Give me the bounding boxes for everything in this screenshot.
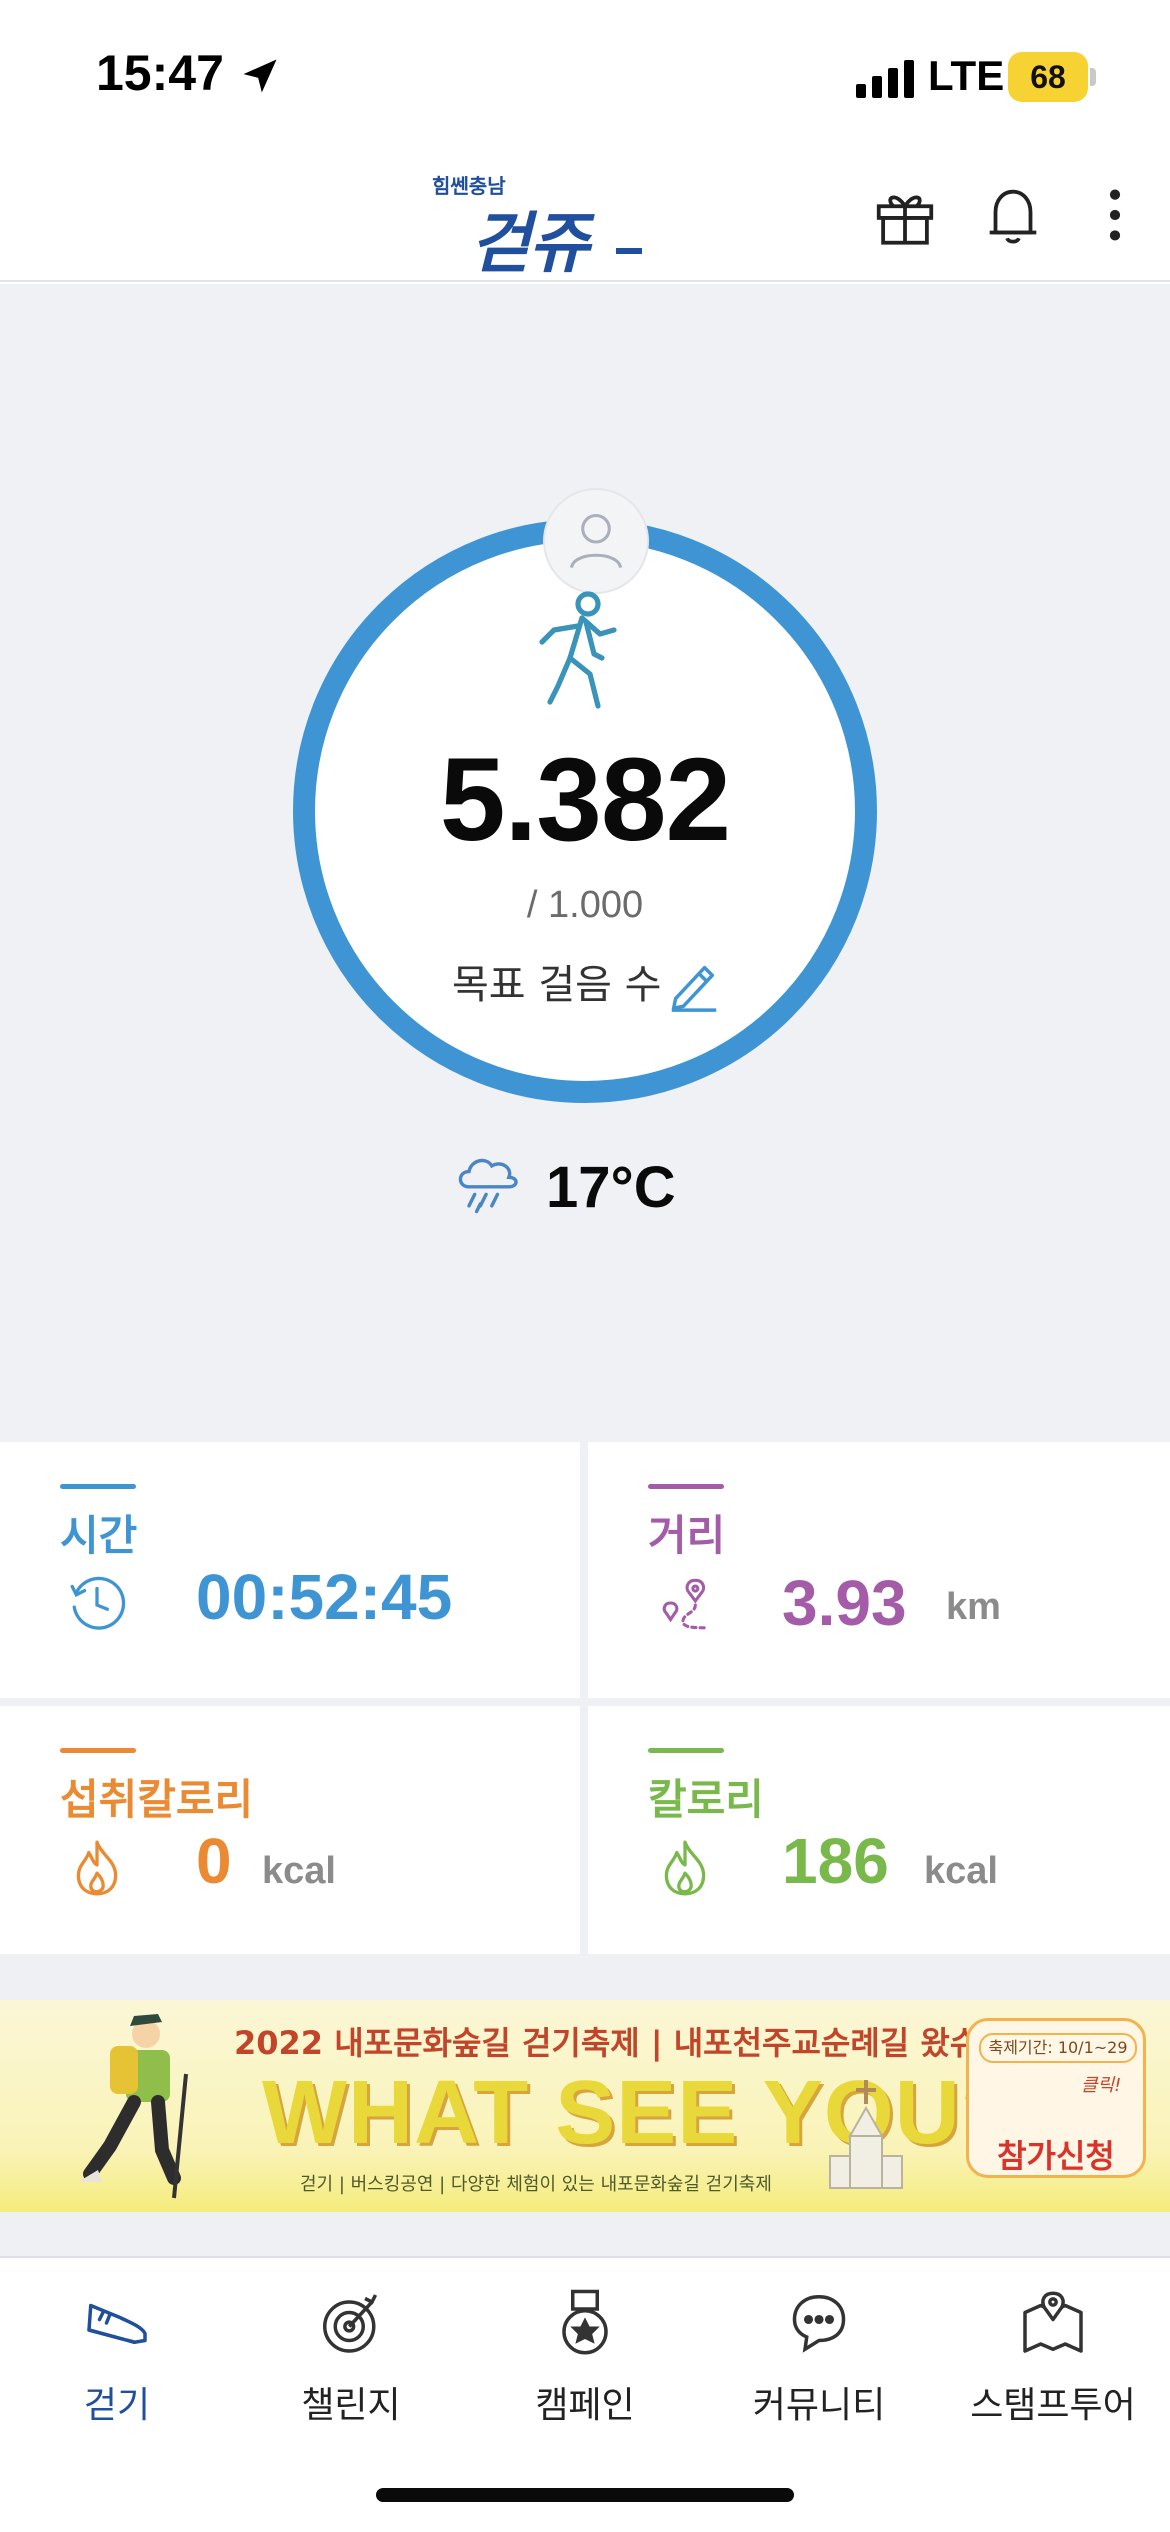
stat-card-distance[interactable]: 거리 3.93 km (588, 1442, 1170, 1698)
temperature: 17°C (546, 1155, 676, 1220)
pencil-edit-icon[interactable] (664, 956, 722, 1014)
stat-card-calories[interactable]: 칼로리 186 kcal (588, 1706, 1170, 1954)
stat-intake-value: 0 (196, 1825, 232, 1897)
user-icon (570, 513, 622, 569)
banner-period: 축제기간: 10/1~29 (979, 2033, 1137, 2063)
stat-intake-label: 섭취칼로리 (60, 1775, 254, 1824)
app-logo[interactable]: 힘쎈충남 걷쥬 (430, 170, 660, 282)
target-icon (323, 2294, 378, 2353)
flame-icon (76, 1840, 118, 1896)
logo-main-text: 걷쥬 (470, 205, 589, 282)
rain-cloud-icon (458, 1158, 518, 1214)
stat-time-value: 00:52:45 (196, 1561, 453, 1633)
tab-label: 걷기 (83, 2385, 151, 2426)
stat-distance-value: 3.93 (782, 1567, 907, 1639)
step-goal-value: / 1.000 (526, 884, 644, 926)
home-indicator[interactable] (376, 2488, 794, 2502)
step-goal-label: 목표 걸음 수 (452, 962, 662, 1008)
battery-tip (1090, 68, 1096, 86)
location-arrow-icon (243, 59, 277, 93)
battery-indicator: 68 (1008, 52, 1088, 102)
stat-calories-unit: kcal (924, 1850, 998, 1892)
tab-label: 스탬프투어 (970, 2385, 1136, 2426)
clock-icon (70, 1576, 126, 1630)
stat-time-label: 시간 (60, 1511, 138, 1560)
tab-label: 커뮤니티 (752, 2385, 886, 2426)
promo-banner[interactable]: 2022 내포문화숲길 걷기축제 | 내포천주교순례길 왔슈? WHAT SEE… (0, 2000, 1170, 2212)
route-icon (662, 1578, 710, 1630)
church-illustration (829, 2080, 903, 2189)
walking-person-icon (539, 591, 617, 709)
walk-dashboard: 5.382 / 1.000 목표 걸음 수 17°C (0, 284, 1170, 1442)
tab-label: 캠페인 (535, 2385, 635, 2426)
stat-intake-unit: kcal (262, 1850, 336, 1892)
tab-challenge[interactable]: 챌린지 (234, 2278, 468, 2458)
avatar[interactable] (543, 488, 649, 594)
chat-bubbles-icon (792, 2294, 846, 2353)
stat-accent-bar (60, 1748, 136, 1753)
stat-accent-bar (648, 1748, 724, 1753)
banner-cta-box[interactable]: 축제기간: 10/1~29 클릭! 참가신청 (966, 2018, 1146, 2178)
tab-community[interactable]: 커뮤니티 (702, 2278, 936, 2458)
promo-section: 2022 내포문화숲길 걷기축제 | 내포천주교순례길 왔슈? WHAT SEE… (0, 1954, 1170, 2256)
stat-calories-label: 칼로리 (648, 1775, 764, 1824)
tab-campaign[interactable]: 캠페인 (468, 2278, 702, 2458)
hiker-illustration (78, 2014, 188, 2199)
app-header: 힘쎈충남 걷쥬 (0, 140, 1170, 282)
stat-distance-unit: km (946, 1586, 1001, 1628)
banner-title: 2022 내포문화숲길 걷기축제 | 내포천주교순례길 왔슈? (234, 2024, 998, 2062)
network-label: LTE (928, 52, 1005, 99)
tab-label: 챌린지 (301, 2385, 401, 2426)
tab-walk[interactable]: 걷기 (0, 2278, 234, 2458)
banner-click-text: 클릭! (1081, 2075, 1122, 2096)
medal-icon (562, 2289, 608, 2355)
stat-calories-value: 186 (782, 1825, 889, 1897)
stat-card-time[interactable]: 시간 00:52:45 (0, 1442, 580, 1698)
map-pin-icon (1023, 2291, 1083, 2353)
shoe-icon (87, 2303, 147, 2344)
stat-accent-bar (648, 1484, 724, 1489)
bell-icon[interactable] (978, 180, 1048, 250)
logo-dash (616, 248, 642, 254)
stats-grid: 시간 00:52:45 거리 3.93 km 섭취칼로리 0 kcal 칼로리 (0, 1442, 1170, 1954)
step-count: 5.382 (439, 734, 731, 866)
stat-card-intake[interactable]: 섭취칼로리 0 kcal (0, 1706, 580, 1954)
signal-icon (856, 60, 914, 98)
banner-cta-label: 참가신청 (997, 2137, 1115, 2175)
stat-distance-label: 거리 (648, 1511, 726, 1560)
stat-accent-bar (60, 1484, 136, 1489)
flame-icon (664, 1840, 706, 1896)
status-bar: 15:47 LTE 68 (0, 0, 1170, 140)
tab-stamp-tour[interactable]: 스탬프투어 (936, 2278, 1170, 2458)
banner-subtitle: 걷기 | 버스킹공연 | 다양한 체험이 있는 내포문화숲길 걷기축제 (300, 2174, 772, 2195)
more-vertical-icon[interactable] (1080, 180, 1150, 250)
status-time: 15:47 (96, 45, 224, 101)
gift-icon[interactable] (870, 180, 940, 250)
